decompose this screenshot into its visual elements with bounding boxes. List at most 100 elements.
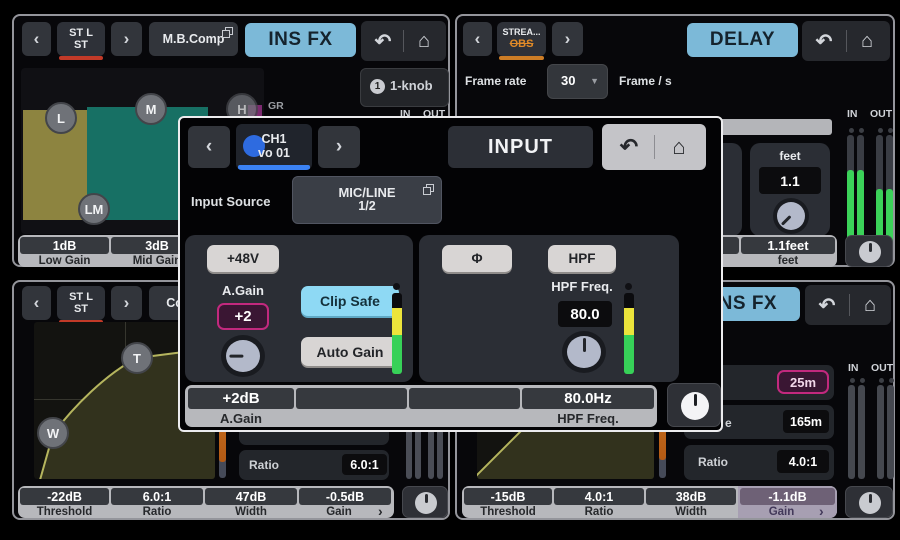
readout-value[interactable]: 80.0Hz xyxy=(522,388,654,409)
in-meter-right xyxy=(857,135,864,245)
channel-select-button[interactable]: STREA... OBS xyxy=(497,22,546,56)
readout-value[interactable]: 38dB xyxy=(646,488,736,505)
home-icon[interactable]: ⌂ xyxy=(405,21,443,61)
readout-label: Ratio xyxy=(111,505,203,518)
nav-group: ↶ ⌂ xyxy=(805,285,891,325)
again-label: A.Gain xyxy=(207,283,279,298)
process-label: M.B.Comp xyxy=(163,32,225,46)
copy-icon xyxy=(222,27,233,38)
again-knob[interactable] xyxy=(221,335,265,377)
param-row-ratio[interactable]: Ratio 4.0:1 xyxy=(684,445,834,480)
popup-title: INPUT xyxy=(448,126,593,168)
frame-rate-dropdown[interactable]: 30 ▼ xyxy=(547,64,608,99)
peak-dot xyxy=(889,378,894,383)
in-meter-left xyxy=(847,135,854,245)
param-readout-bar: -22dB Threshold 6.0:1 Ratio 47dB Width -… xyxy=(18,486,394,518)
readout-value[interactable]: -22dB xyxy=(20,488,109,505)
readout-value[interactable] xyxy=(296,388,407,409)
input-source-value2: 1/2 xyxy=(358,200,375,214)
readout-value[interactable]: 6.0:1 xyxy=(111,488,203,505)
channel-name: STREA... xyxy=(502,28,540,38)
channel-id: CH1 xyxy=(261,133,286,147)
next-channel-button[interactable]: › xyxy=(111,22,142,56)
undo-icon[interactable]: ↶ xyxy=(809,285,845,325)
next-channel-button[interactable]: › xyxy=(552,22,583,56)
process-select-button[interactable]: M.B.Comp xyxy=(149,22,238,56)
feet-value[interactable]: 1.1 xyxy=(759,167,821,194)
hpf-freq-knob[interactable] xyxy=(562,331,606,373)
width-handle[interactable]: W xyxy=(37,417,69,449)
prev-channel-button[interactable]: ‹ xyxy=(22,22,51,56)
input-source-button[interactable]: MIC/LINE 1/2 xyxy=(292,176,442,224)
auto-gain-button[interactable]: Auto Gain xyxy=(301,337,399,366)
channel-select-button[interactable]: CH1 vo 01 xyxy=(236,124,312,170)
param-label: Ratio xyxy=(698,455,728,469)
chevron-right-icon[interactable]: › xyxy=(378,503,383,519)
param-value: 165m xyxy=(783,410,829,433)
chevron-right-icon: › xyxy=(565,29,571,49)
channel-select-button[interactable]: ST L ST xyxy=(57,286,105,320)
chevron-left-icon: ‹ xyxy=(475,29,481,49)
channel-name2: ST xyxy=(74,303,88,315)
encoder-assign-button[interactable] xyxy=(402,486,448,518)
prev-channel-button[interactable]: ‹ xyxy=(22,286,51,320)
param-label: Ratio xyxy=(249,458,279,472)
param-value-selected: 25m xyxy=(777,370,829,394)
encoder-knob-icon xyxy=(681,392,709,420)
channel-color-bar xyxy=(59,56,103,60)
encoder-assign-button[interactable] xyxy=(845,486,893,518)
low-band-handle[interactable]: L xyxy=(45,102,77,134)
out-label: OUT xyxy=(870,108,892,120)
undo-icon[interactable]: ↶ xyxy=(365,21,401,61)
undo-icon[interactable]: ↶ xyxy=(806,21,842,61)
param-readout-bar: -15dB Threshold 4.0:1 Ratio 38dB Width -… xyxy=(462,486,837,518)
readout-value[interactable]: -15dB xyxy=(464,488,552,505)
clip-safe-button[interactable]: Clip Safe xyxy=(301,286,399,316)
hpf-freq-value[interactable]: 80.0 xyxy=(558,301,612,327)
phase-button[interactable]: Φ xyxy=(442,245,512,272)
next-channel-button[interactable]: › xyxy=(318,126,360,168)
threshold-handle[interactable]: T xyxy=(121,342,153,374)
readout-value[interactable]: 1.1feet xyxy=(741,237,835,254)
readout-value[interactable]: 4.0:1 xyxy=(554,488,644,505)
readout-value[interactable]: 1dB xyxy=(20,237,109,254)
undo-icon[interactable]: ↶ xyxy=(608,124,650,170)
out-meter-right xyxy=(886,135,893,245)
hpf-button[interactable]: HPF xyxy=(548,245,616,272)
divider xyxy=(403,30,404,52)
home-icon[interactable]: ⌂ xyxy=(848,21,886,61)
readout-value[interactable]: +2dB xyxy=(188,388,294,409)
phantom-48v-button[interactable]: +48V xyxy=(207,245,279,272)
encoder-knob-icon xyxy=(859,492,881,514)
next-channel-button[interactable]: › xyxy=(111,286,142,320)
home-icon[interactable]: ⌂ xyxy=(657,124,701,170)
chevron-right-icon: › xyxy=(124,29,130,49)
divider xyxy=(849,294,850,316)
low-mid-cross-handle[interactable]: LM xyxy=(78,193,110,225)
readout-value[interactable]: 47dB xyxy=(205,488,297,505)
encoder-assign-button[interactable] xyxy=(667,383,721,427)
peak-dot xyxy=(859,128,864,133)
peak-dot xyxy=(888,128,893,133)
readout-value[interactable] xyxy=(409,388,520,409)
readout-label: Gain xyxy=(299,505,379,518)
feet-knob[interactable] xyxy=(773,198,809,234)
encoder-assign-button[interactable] xyxy=(845,235,893,267)
readout-label: Gain xyxy=(740,505,823,518)
again-value[interactable]: +2 xyxy=(217,303,269,330)
mid-band-handle[interactable]: M xyxy=(135,93,167,125)
param-row-ratio[interactable]: Ratio 6.0:1 xyxy=(239,450,389,480)
prev-channel-button[interactable]: ‹ xyxy=(188,126,230,168)
one-knob-button[interactable]: 1 1-knob xyxy=(360,68,449,107)
delay-feet-card: feet 1.1 xyxy=(750,143,830,236)
channel-select-button[interactable]: ST L ST xyxy=(57,22,105,56)
input-level-meter xyxy=(624,293,634,374)
prev-channel-button[interactable]: ‹ xyxy=(463,22,492,56)
chevron-right-icon[interactable]: › xyxy=(819,503,824,519)
home-icon[interactable]: ⌂ xyxy=(851,285,889,325)
input-level-meter xyxy=(392,293,402,374)
hpf-freq-label: HPF Freq. xyxy=(541,279,623,294)
chevron-right-icon: › xyxy=(124,293,130,313)
chevron-left-icon: ‹ xyxy=(34,29,40,49)
readout-label: Ratio xyxy=(554,505,644,518)
